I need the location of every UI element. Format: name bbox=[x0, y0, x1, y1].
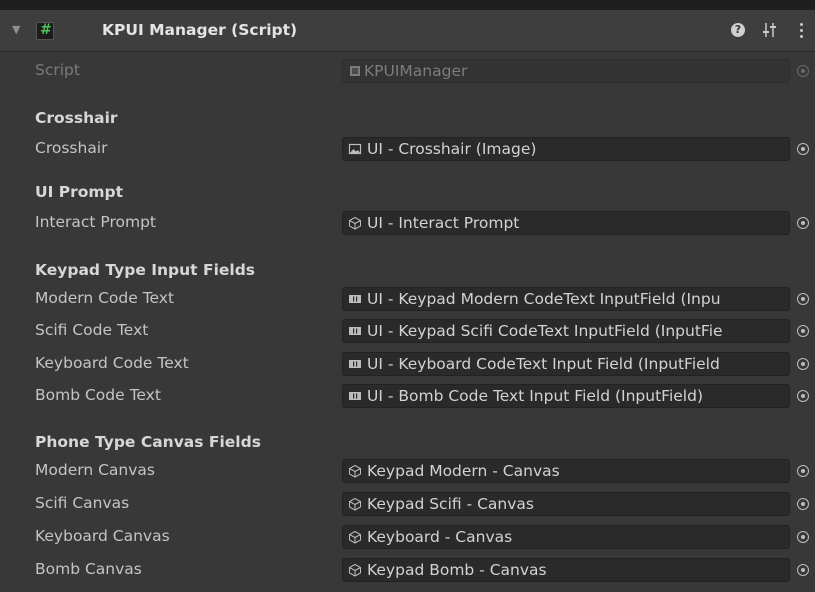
interact-prompt-label: Interact Prompt bbox=[35, 213, 157, 231]
modern-canvas-field[interactable]: Keypad Modern - Canvas bbox=[342, 459, 790, 483]
bomb-code-text-label: Bomb Code Text bbox=[35, 386, 161, 404]
interact-prompt-field-value: UI - Interact Prompt bbox=[367, 214, 520, 232]
sliders-icon[interactable] bbox=[762, 21, 778, 39]
script-file-icon bbox=[350, 66, 360, 76]
script-field-value: KPUIManager bbox=[364, 62, 468, 80]
component-header[interactable]: ▼ # KPUI Manager (Script) ? bbox=[0, 10, 815, 52]
object-picker-icon[interactable] bbox=[797, 217, 809, 229]
scifi-code-text-label: Scifi Code Text bbox=[35, 321, 149, 339]
keyboard-canvas-label: Keyboard Canvas bbox=[35, 527, 170, 545]
inputfield-icon bbox=[349, 392, 361, 400]
keyboard-canvas-field-value: Keyboard - Canvas bbox=[367, 528, 513, 546]
bomb-canvas-field-value: Keypad Bomb - Canvas bbox=[367, 561, 547, 579]
object-picker-icon[interactable] bbox=[797, 465, 809, 477]
modern-canvas-field-value: Keypad Modern - Canvas bbox=[367, 462, 560, 480]
inputfield-icon bbox=[349, 295, 361, 303]
scifi-canvas-field[interactable]: Keypad Scifi - Canvas bbox=[342, 492, 790, 516]
object-picker-icon[interactable] bbox=[797, 143, 809, 155]
script-field: KPUIManager bbox=[342, 59, 790, 83]
section-title-ui-prompt: UI Prompt bbox=[35, 183, 124, 201]
keyboard-code-text-field-value: UI - Keyboard CodeText Input Field (Inpu… bbox=[367, 355, 720, 373]
gameobject-icon bbox=[349, 464, 361, 478]
kebab-menu-icon[interactable] bbox=[800, 23, 804, 39]
gameobject-icon bbox=[349, 563, 361, 577]
object-picker-icon[interactable] bbox=[797, 390, 809, 402]
section-title-phone-canvas-fields: Phone Type Canvas Fields bbox=[35, 433, 261, 451]
triangle-down-icon[interactable]: ▼ bbox=[12, 23, 20, 36]
modern-code-text-label: Modern Code Text bbox=[35, 289, 175, 307]
inputfield-icon bbox=[349, 360, 361, 368]
bomb-canvas-field[interactable]: Keypad Bomb - Canvas bbox=[342, 558, 790, 582]
section-title-crosshair: Crosshair bbox=[35, 109, 118, 127]
section-title-keypad-input-fields: Keypad Type Input Fields bbox=[35, 261, 256, 279]
help-icon[interactable]: ? bbox=[731, 23, 745, 37]
object-picker-icon[interactable] bbox=[797, 531, 809, 543]
keyboard-canvas-field[interactable]: Keyboard - Canvas bbox=[342, 525, 790, 549]
modern-code-text-field[interactable]: UI - Keypad Modern CodeText InputField (… bbox=[342, 287, 790, 311]
image-icon bbox=[348, 143, 362, 155]
bomb-code-text-field[interactable]: UI - Bomb Code Text Input Field (InputFi… bbox=[342, 384, 790, 408]
object-picker-icon[interactable] bbox=[797, 498, 809, 510]
modern-code-text-field-value: UI - Keypad Modern CodeText InputField (… bbox=[367, 290, 721, 308]
top-strip bbox=[0, 0, 815, 10]
object-picker-icon[interactable] bbox=[797, 564, 809, 576]
object-picker-icon bbox=[797, 65, 809, 77]
cs-script-icon: # bbox=[36, 22, 54, 40]
inputfield-icon bbox=[349, 327, 361, 335]
gameobject-icon bbox=[349, 497, 361, 511]
object-picker-icon[interactable] bbox=[797, 325, 809, 337]
crosshair-field[interactable]: UI - Crosshair (Image) bbox=[342, 137, 790, 161]
keyboard-code-text-label: Keyboard Code Text bbox=[35, 354, 189, 372]
gameobject-icon bbox=[349, 530, 361, 544]
modern-canvas-label: Modern Canvas bbox=[35, 461, 155, 479]
scifi-code-text-field[interactable]: UI - Keypad Scifi CodeText InputField (I… bbox=[342, 319, 790, 343]
object-picker-icon[interactable] bbox=[797, 293, 809, 305]
component-title: KPUI Manager (Script) bbox=[102, 21, 298, 39]
crosshair-label: Crosshair bbox=[35, 139, 108, 157]
script-label: Script bbox=[35, 61, 80, 79]
bomb-canvas-label: Bomb Canvas bbox=[35, 560, 142, 578]
gameobject-icon bbox=[349, 216, 361, 230]
scifi-canvas-field-value: Keypad Scifi - Canvas bbox=[367, 495, 534, 513]
object-picker-icon[interactable] bbox=[797, 358, 809, 370]
scifi-canvas-label: Scifi Canvas bbox=[35, 494, 130, 512]
keyboard-code-text-field[interactable]: UI - Keyboard CodeText Input Field (Inpu… bbox=[342, 352, 790, 376]
scifi-code-text-field-value: UI - Keypad Scifi CodeText InputField (I… bbox=[367, 322, 723, 340]
interact-prompt-field[interactable]: UI - Interact Prompt bbox=[342, 211, 790, 235]
bomb-code-text-field-value: UI - Bomb Code Text Input Field (InputFi… bbox=[367, 387, 703, 405]
crosshair-field-value: UI - Crosshair (Image) bbox=[367, 140, 537, 158]
